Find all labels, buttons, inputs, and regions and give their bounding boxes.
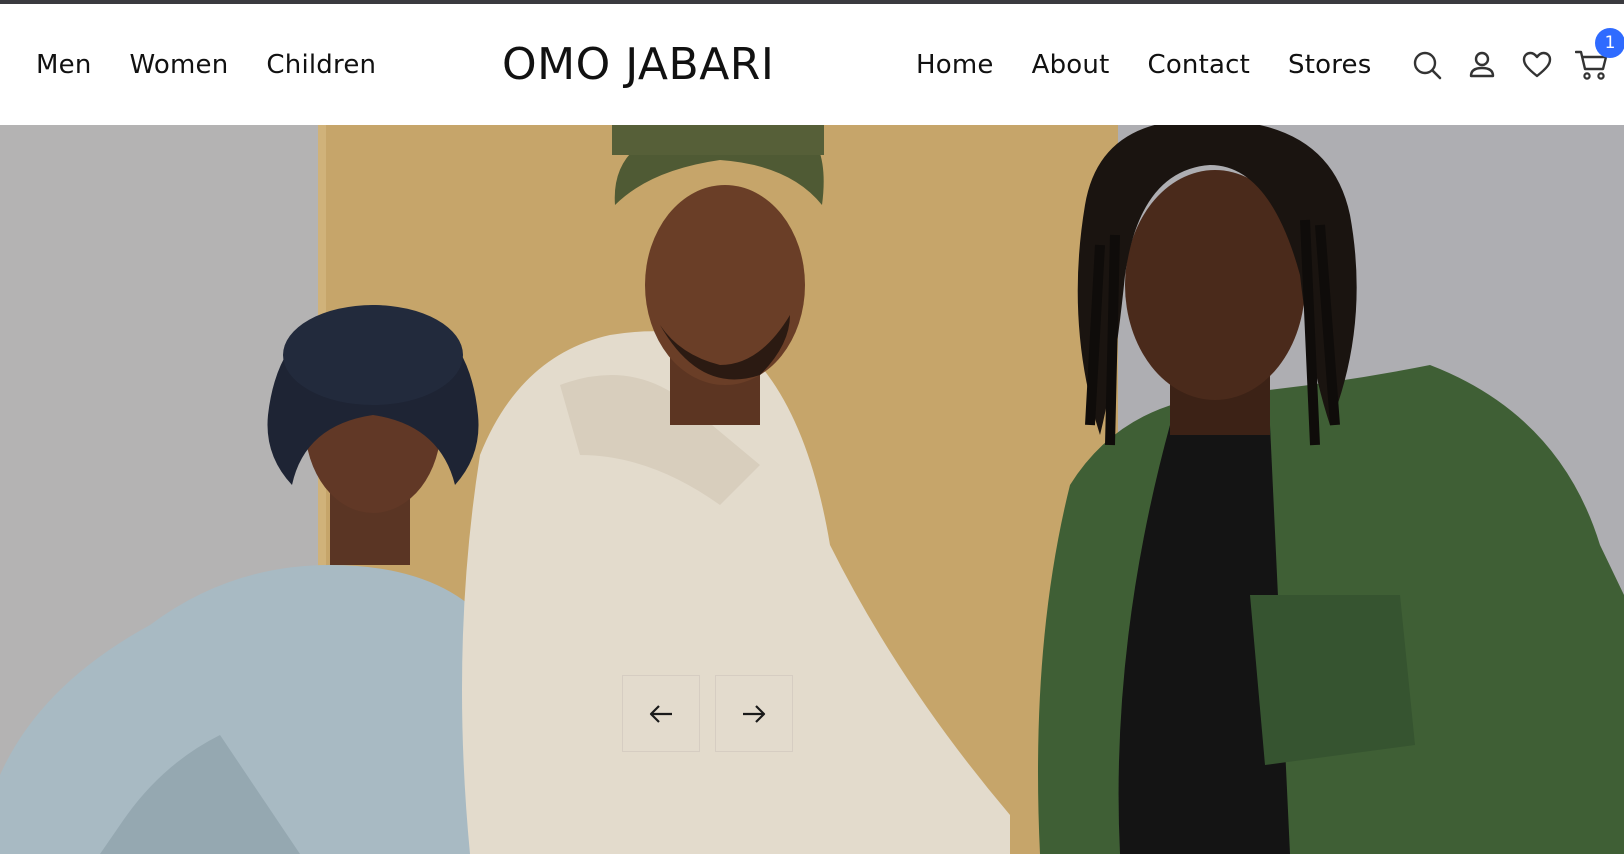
nav-link-men[interactable]: Men (36, 50, 92, 80)
arrow-left-icon (649, 704, 672, 723)
cart-count-badge: 1 (1595, 27, 1624, 58)
heart-icon (1522, 51, 1552, 77)
hero-slider (0, 125, 1624, 854)
site-header: Men Women Children OMO JABARI Home About… (0, 4, 1624, 125)
account-button[interactable] (1465, 48, 1499, 82)
header-actions: 1 (1410, 4, 1624, 125)
nav-link-contact[interactable]: Contact (1147, 50, 1250, 80)
search-icon (1413, 51, 1442, 79)
nav-link-children[interactable]: Children (266, 50, 376, 80)
hero-image (0, 125, 1624, 854)
category-nav: Men Women Children (36, 4, 414, 125)
cart-button[interactable]: 1 (1575, 27, 1624, 82)
brand-logo[interactable]: OMO JABARI (502, 4, 802, 125)
nav-link-about[interactable]: About (1032, 50, 1110, 80)
slider-prev-button[interactable] (622, 675, 700, 752)
site-nav: Home About Contact Stores (916, 4, 1410, 125)
nav-link-stores[interactable]: Stores (1288, 50, 1371, 80)
nav-link-home[interactable]: Home (916, 50, 994, 80)
user-icon (1469, 51, 1495, 77)
arrow-right-icon (743, 704, 766, 723)
slider-next-button[interactable] (715, 675, 793, 752)
wishlist-button[interactable] (1520, 48, 1554, 82)
search-button[interactable] (1410, 48, 1444, 82)
nav-link-women[interactable]: Women (130, 50, 229, 80)
